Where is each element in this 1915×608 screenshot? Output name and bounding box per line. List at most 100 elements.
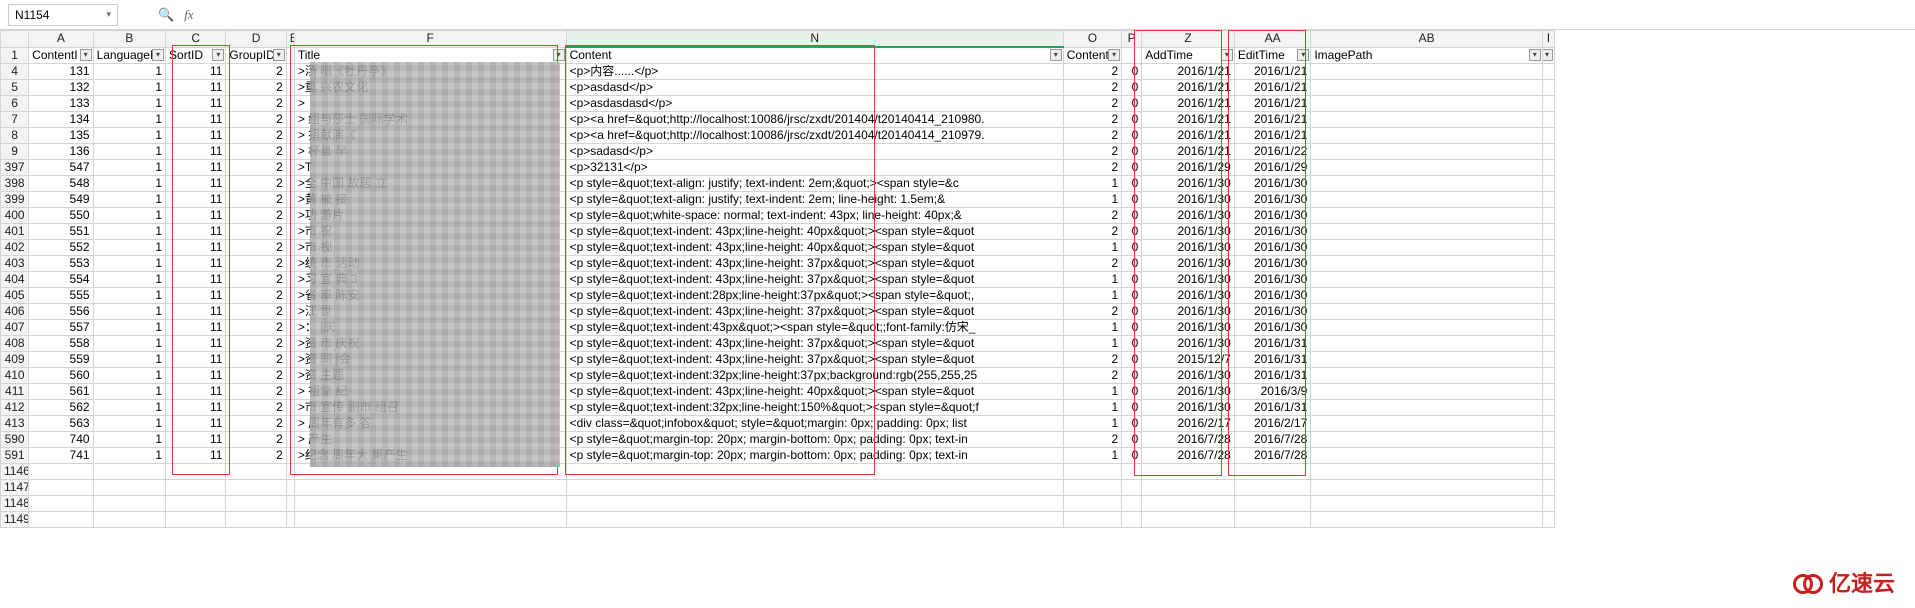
cell[interactable]: 2 — [1063, 368, 1121, 384]
cell[interactable] — [1311, 144, 1542, 160]
row-406[interactable]: 406 — [1, 304, 29, 320]
cell[interactable] — [1122, 464, 1142, 480]
cell[interactable]: 2 — [1063, 128, 1121, 144]
cell[interactable] — [1122, 480, 1142, 496]
cell[interactable]: 2016/1/21 — [1142, 64, 1235, 80]
table-row[interactable]: 4115611112> 祖堂 纪<p style=&quot;text-inde… — [1, 384, 1555, 400]
cell[interactable]: 2016/1/30 — [1142, 208, 1235, 224]
cell[interactable] — [286, 352, 294, 368]
header-AA[interactable]: EditTime — [1234, 47, 1310, 64]
cell[interactable]: 1 — [93, 288, 165, 304]
cell[interactable] — [294, 496, 566, 512]
cell[interactable]: 1 — [93, 208, 165, 224]
cell[interactable]: 11 — [166, 304, 226, 320]
cell[interactable]: 2 — [226, 336, 286, 352]
cell[interactable] — [1542, 112, 1554, 128]
cell[interactable] — [1311, 80, 1542, 96]
cell[interactable]: 548 — [29, 176, 93, 192]
cell[interactable]: 2016/7/28 — [1234, 432, 1310, 448]
formula-input[interactable] — [200, 4, 1907, 26]
header-C[interactable]: SortID — [166, 47, 226, 64]
table-row[interactable]: 3985481112>全 中国 故居 立<p style=&quot;text-… — [1, 176, 1555, 192]
cell[interactable] — [1311, 352, 1542, 368]
cell[interactable]: 0 — [1122, 320, 1142, 336]
cell[interactable]: 2016/1/30 — [1142, 288, 1235, 304]
row-1147[interactable]: 1147 — [1, 480, 29, 496]
cell[interactable] — [1311, 288, 1542, 304]
cell[interactable]: 11 — [166, 80, 226, 96]
cell[interactable] — [566, 480, 1063, 496]
cell[interactable]: 0 — [1122, 64, 1142, 80]
cell[interactable]: 2016/1/31 — [1234, 400, 1310, 416]
col-B[interactable]: B — [93, 31, 165, 48]
col-A[interactable]: A — [29, 31, 93, 48]
cell[interactable]: >市 视 — [294, 240, 566, 256]
filter-button-O[interactable] — [1108, 49, 1120, 61]
cell[interactable]: 2016/1/30 — [1142, 304, 1235, 320]
cell[interactable]: 2 — [1063, 64, 1121, 80]
cell[interactable]: 2016/1/30 — [1142, 368, 1235, 384]
cell[interactable] — [1542, 176, 1554, 192]
cell[interactable]: <p style=&quot;text-indent: 43px;line-he… — [566, 304, 1063, 320]
cell[interactable] — [1234, 464, 1310, 480]
cell[interactable]: 1 — [1063, 176, 1121, 192]
cell[interactable]: 2 — [226, 352, 286, 368]
cell[interactable] — [286, 384, 294, 400]
cell[interactable]: <p style=&quot;text-indent: 43px;line-he… — [566, 240, 1063, 256]
cell[interactable] — [1122, 496, 1142, 512]
header-E[interactable] — [286, 47, 294, 64]
cell[interactable]: 1 — [93, 400, 165, 416]
cell[interactable]: 11 — [166, 256, 226, 272]
cell[interactable]: 1 — [93, 240, 165, 256]
cell[interactable] — [286, 432, 294, 448]
col-D[interactable]: D — [226, 31, 286, 48]
cell[interactable] — [1542, 240, 1554, 256]
table-row[interactable]: 61331112><p>asdasdasd</p>202016/1/212016… — [1, 96, 1555, 112]
col-I[interactable]: I — [1542, 31, 1554, 48]
cell[interactable] — [1542, 256, 1554, 272]
cell[interactable] — [1311, 320, 1542, 336]
cell[interactable]: <p style=&quot;margin-top: 20px; margin-… — [566, 448, 1063, 464]
cell[interactable]: >资 市 庆祝 — [294, 336, 566, 352]
cell[interactable]: 2 — [1063, 352, 1121, 368]
cell[interactable] — [1311, 480, 1542, 496]
cell[interactable] — [1311, 112, 1542, 128]
cell[interactable] — [286, 112, 294, 128]
cell[interactable] — [286, 240, 294, 256]
cell[interactable]: 2 — [226, 320, 286, 336]
cell[interactable]: 2016/7/28 — [1142, 448, 1235, 464]
cell[interactable] — [286, 368, 294, 384]
cell[interactable]: 2 — [226, 176, 286, 192]
cell[interactable]: <p style=&quot;text-indent:32px;line-hei… — [566, 368, 1063, 384]
cell[interactable] — [1542, 80, 1554, 96]
cell[interactable] — [1311, 160, 1542, 176]
cell[interactable]: 1 — [93, 256, 165, 272]
cell[interactable]: <p style=&quot;text-indent: 43px;line-he… — [566, 272, 1063, 288]
cell[interactable] — [294, 512, 566, 528]
cell[interactable] — [1311, 496, 1542, 512]
cell[interactable] — [286, 176, 294, 192]
cell[interactable]: 2016/3/9 — [1234, 384, 1310, 400]
table-row[interactable]: 51321112>重 兴农文化<p>asdasd</p>202016/1/212… — [1, 80, 1555, 96]
cell[interactable] — [1063, 480, 1121, 496]
cell[interactable]: 2016/1/21 — [1142, 96, 1235, 112]
table-row[interactable]: 4025521112>市 视<p style=&quot;text-indent… — [1, 240, 1555, 256]
cell[interactable] — [1311, 240, 1542, 256]
cell[interactable] — [286, 336, 294, 352]
cell[interactable]: 556 — [29, 304, 93, 320]
row-8[interactable]: 8 — [1, 128, 29, 144]
cell[interactable]: 2 — [226, 288, 286, 304]
cell[interactable]: 2 — [226, 384, 286, 400]
cell[interactable]: 1 — [93, 336, 165, 352]
cell[interactable] — [226, 512, 286, 528]
cell[interactable]: 550 — [29, 208, 93, 224]
col-F[interactable]: F — [294, 31, 566, 48]
cell[interactable]: 2016/1/21 — [1142, 80, 1235, 96]
cell[interactable]: 2 — [226, 400, 286, 416]
cell[interactable]: 1 — [93, 304, 165, 320]
cell[interactable]: 2 — [226, 112, 286, 128]
cell[interactable]: 11 — [166, 240, 226, 256]
filter-button-AB[interactable] — [1529, 49, 1541, 61]
cell[interactable]: 11 — [166, 224, 226, 240]
cell[interactable]: >： |庆 — [294, 320, 566, 336]
